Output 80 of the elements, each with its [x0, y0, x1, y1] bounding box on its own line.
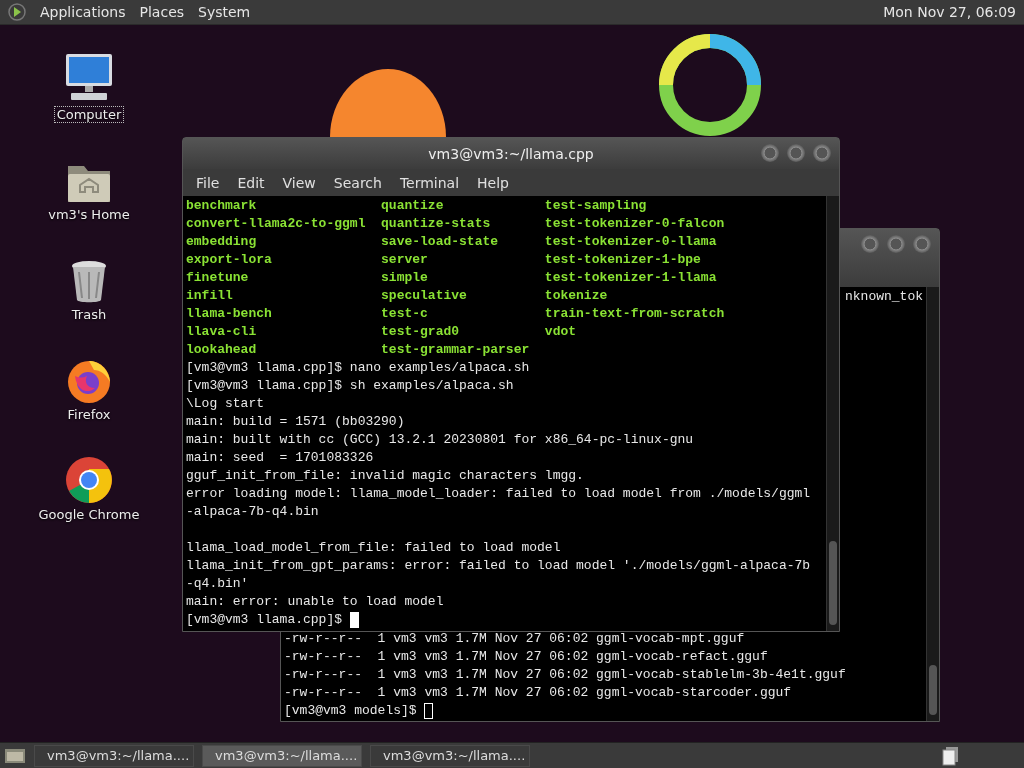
- scrollbar-thumb[interactable]: [929, 665, 937, 715]
- file-entry: train-text-from-scratch: [544, 305, 726, 323]
- command-line: [vm3@vm3 llama.cpp]$ sh examples/alpaca.sh: [186, 377, 515, 395]
- terminal-line: llama_init_from_gpt_params: error: failed to load model './models/ggml-alpaca-7b: [186, 557, 812, 575]
- file-entry: convert-llama2c-to-ggml: [186, 215, 367, 233]
- file-entry: tokenize: [544, 287, 609, 305]
- file-entry: quantize: [381, 197, 445, 215]
- terminal-line: -rw-r--r-- 1 vm3 vm3 1.7M Nov 27 06:02 ggml-vocab-stablelm-3b-4e1t.gguf: [284, 666, 847, 684]
- file-entry: llama-bench: [186, 305, 273, 323]
- file-entry: test-tokenizer-0-falcon: [544, 215, 726, 233]
- file-entry: test-grammar-parser: [381, 341, 531, 359]
- maximize-button[interactable]: [787, 144, 805, 162]
- minimize-button[interactable]: [861, 235, 879, 253]
- file-entry: save-load-state: [381, 233, 500, 251]
- desktop-icon-label[interactable]: Computer: [53, 106, 125, 123]
- terminal-line: error loading model: llama_model_loader: failed to load model from ./models/ggml: [186, 485, 812, 503]
- menu-item[interactable]: Terminal: [390, 171, 469, 194]
- terminal-line: main: seed = 1701083326: [186, 449, 375, 467]
- window-title: vm3@vm3:~/llama.cpp: [428, 145, 594, 162]
- file-entry: infill: [186, 287, 234, 305]
- desktop-icon-label[interactable]: Firefox: [64, 406, 114, 423]
- file-entry: quantize-stats: [381, 215, 492, 233]
- desktop-icon-label[interactable]: vm3's Home: [45, 206, 133, 223]
- menu-item[interactable]: Edit: [228, 171, 274, 194]
- terminal-line: -rw-r--r-- 1 vm3 vm3 1.7M Nov 27 06:02 ggml-vocab-starcoder.gguf: [284, 684, 793, 702]
- file-entry: lookahead: [186, 341, 258, 359]
- menu-item[interactable]: Help: [468, 171, 518, 194]
- file-entry: test-sampling: [544, 197, 648, 215]
- desktop-icon-label[interactable]: Google Chrome: [35, 506, 143, 523]
- file-entry: test-tokenizer-0-llama: [544, 233, 718, 251]
- terminal-prompt: [vm3@vm3 models]$: [284, 702, 417, 720]
- terminal-prompt: [vm3@vm3 llama.cpp]$: [186, 611, 343, 629]
- file-entry: test-grad0: [381, 323, 461, 341]
- desktop-icon-label[interactable]: Trash: [68, 306, 110, 323]
- file-entry: export-lora: [186, 251, 273, 269]
- file-entry: llava-cli: [186, 323, 258, 341]
- panel-menu[interactable]: Applications: [40, 4, 126, 20]
- menu-item[interactable]: View: [273, 171, 325, 194]
- terminal-line: llama_load_model_from_file: failed to load model: [186, 539, 562, 557]
- panel-menu[interactable]: System: [198, 4, 251, 20]
- panel-menu[interactable]: Places: [139, 4, 185, 20]
- taskbar-button[interactable]: vm3@vm3:~/llama....: [34, 744, 194, 767]
- maximize-button[interactable]: [887, 235, 905, 253]
- file-entry: finetune: [186, 269, 250, 287]
- terminal-line: -rw-r--r-- 1 vm3 vm3 1.7M Nov 27 06:02 ggml-vocab-mpt.gguf: [284, 630, 746, 648]
- taskbar-button[interactable]: vm3@vm3:~/llama....: [370, 744, 530, 767]
- tricolor-circle-icon[interactable]: [65, 456, 113, 504]
- pages-icon[interactable]: [942, 745, 960, 766]
- terminal-line: -q4.bin': [186, 575, 250, 593]
- terminal-line: -rw-r--r-- 1 vm3 vm3 1.7M Nov 27 06:02 ggml-vocab-refact.gguf: [284, 648, 769, 666]
- file-entry: benchmark: [186, 197, 258, 215]
- scrollbar-thumb[interactable]: [829, 541, 837, 625]
- terminal-line: nknown_tok: [845, 288, 923, 306]
- file-entry: test-tokenizer-1-bpe: [544, 251, 702, 269]
- show-desktop-icon[interactable]: [4, 746, 26, 765]
- terminal-line: main: build = 1571 (bb03290): [186, 413, 406, 431]
- menu-logo-icon[interactable]: [8, 3, 26, 21]
- scrollbar[interactable]: [926, 287, 939, 721]
- file-entry: server: [381, 251, 429, 269]
- taskbar-button[interactable]: vm3@vm3:~/llama....: [202, 744, 362, 767]
- terminal-line: main: error: unable to load model: [186, 593, 445, 611]
- menu-item[interactable]: File: [187, 171, 229, 194]
- clock[interactable]: Mon Nov 27, 06:09: [883, 4, 1016, 20]
- command-line: [vm3@vm3 llama.cpp]$ nano examples/alpaca.sh: [186, 359, 531, 377]
- file-entry: speculative: [381, 287, 468, 305]
- menu-item[interactable]: Search: [324, 171, 391, 194]
- terminal-line: \Log start: [186, 395, 265, 413]
- file-entry: simple: [381, 269, 429, 287]
- terminal-line: gguf_init_from_file: invalid magic characters lmgg.: [186, 467, 585, 485]
- close-button[interactable]: [913, 235, 931, 253]
- scrollbar[interactable]: [826, 196, 839, 631]
- terminal-line: main: built with cc (GCC) 13.2.1 20230801 for x86_64-pc-linux-gnu: [186, 431, 695, 449]
- terminal-line: -alpaca-7b-q4.bin: [186, 503, 320, 521]
- close-button[interactable]: [813, 144, 831, 162]
- file-entry: vdot: [544, 323, 578, 341]
- trash-icon[interactable]: [69, 260, 109, 304]
- file-entry: test-tokenizer-1-llama: [544, 269, 718, 287]
- file-entry: test-c: [381, 305, 429, 323]
- minimize-button[interactable]: [761, 144, 779, 162]
- file-entry: embedding: [186, 233, 258, 251]
